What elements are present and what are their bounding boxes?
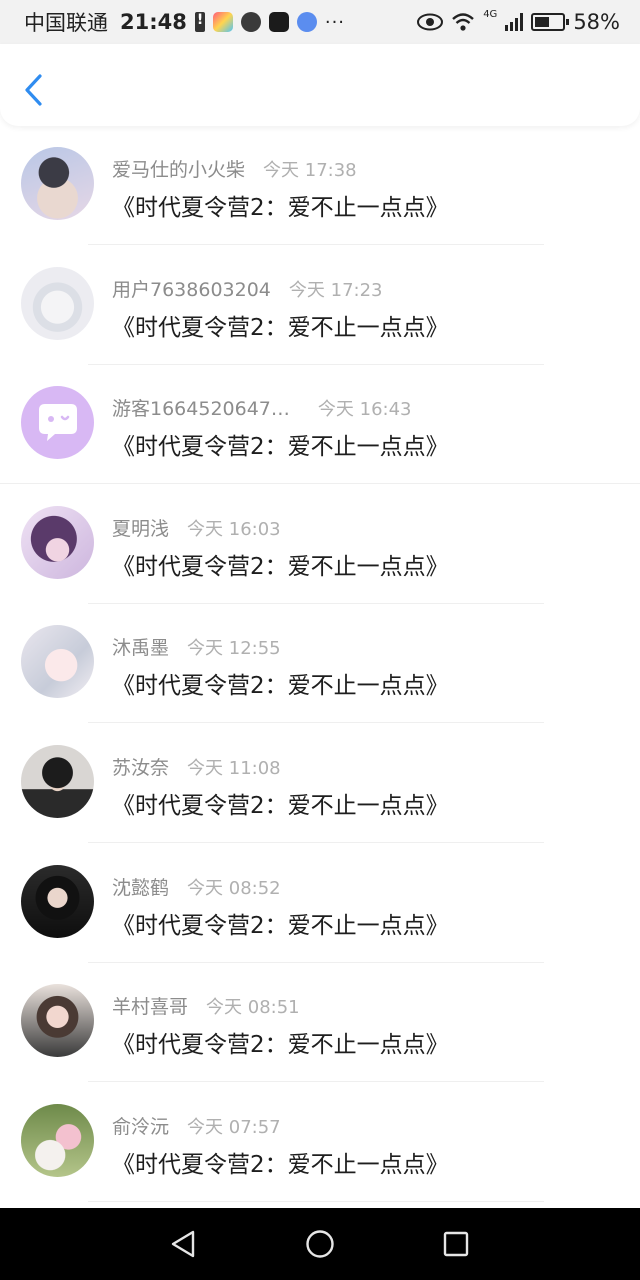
alert-icon (194, 12, 205, 32)
chat-bubble-icon (39, 404, 77, 442)
list-item[interactable]: 用户7638603204 今天 17:23 《时代夏令营2：爱不止一点点》 (0, 246, 640, 366)
user-name: 夏明浅 (112, 517, 170, 540)
message-time: 今天 08:52 (187, 877, 281, 899)
battery-percent: 58% (573, 10, 620, 34)
battery-icon (531, 13, 570, 31)
user-name: 沈懿鹤 (112, 876, 170, 899)
list-item[interactable]: 俞泠沅 今天 07:57 《时代夏令营2：爱不止一点点》 (0, 1083, 640, 1203)
wifi-icon (452, 13, 474, 31)
nav-home-button[interactable] (304, 1228, 336, 1260)
message-text: 《时代夏令营2：爱不止一点点》 (112, 912, 449, 939)
message-text: 《时代夏令营2：爱不止一点点》 (112, 553, 449, 580)
list-item[interactable]: 沈懿鹤 今天 08:52 《时代夏令营2：爱不止一点点》 (0, 844, 640, 964)
nav-recents-button[interactable] (440, 1228, 472, 1260)
system-navigation-bar (0, 1208, 640, 1280)
message-text: 《时代夏令营2：爱不止一点点》 (112, 792, 449, 819)
message-time: 今天 16:43 (317, 399, 412, 421)
message-text: 《时代夏令营2：爱不止一点点》 (112, 195, 449, 221)
message-time: 今天 08:51 (206, 997, 300, 1019)
list-item[interactable]: 羊村喜哥 今天 08:51 《时代夏令营2：爱不止一点点》 (0, 963, 640, 1083)
message-time: 今天 12:55 (187, 638, 281, 660)
avatar[interactable] (21, 625, 94, 699)
message-time: 今天 17:38 (263, 160, 357, 181)
user-name: 羊村喜哥 (112, 996, 189, 1019)
clock: 21:48 (120, 10, 187, 34)
message-list: 爱马仕的小火柴 今天 17:38 《时代夏令营2：爱不止一点点》 用户76386… (0, 126, 640, 1202)
avatar[interactable] (21, 266, 94, 340)
message-text: 《时代夏令营2：爱不止一点点》 (112, 434, 449, 461)
message-time: 今天 11:08 (187, 757, 281, 779)
top-bar (0, 44, 640, 126)
app-notification-icon (212, 12, 233, 32)
circle-home-icon (306, 1230, 334, 1258)
user-name: 沐禹墨 (112, 637, 170, 660)
message-text: 《时代夏令营2：爱不止一点点》 (112, 1151, 449, 1178)
avatar[interactable] (21, 864, 94, 938)
avatar[interactable] (21, 744, 94, 818)
square-recents-icon (443, 1231, 469, 1257)
divider (88, 1200, 544, 1202)
message-time: 今天 17:23 (288, 279, 383, 301)
back-button[interactable] (18, 70, 50, 110)
wechat-icon (240, 12, 261, 32)
message-time: 今天 16:03 (187, 518, 281, 540)
user-name: 爱马仕的小火柴 (112, 159, 246, 181)
user-name: 俞泠沅 (112, 1115, 170, 1138)
music-icon (296, 12, 317, 32)
list-item[interactable]: 苏汝奈 今天 11:08 《时代夏令营2：爱不止一点点》 (0, 724, 640, 844)
message-text: 《时代夏令营2：爱不止一点点》 (112, 673, 449, 700)
avatar[interactable] (21, 505, 94, 579)
user-name: 苏汝奈 (112, 756, 170, 779)
message-text: 《时代夏令营2：爱不止一点点》 (112, 314, 449, 341)
avatar[interactable] (21, 984, 94, 1058)
eye-icon (417, 13, 444, 31)
avatar[interactable] (21, 147, 94, 220)
guest-avatar[interactable] (21, 386, 94, 460)
app-notification-icon (268, 12, 289, 32)
chevron-left-icon (25, 74, 42, 106)
list-item[interactable]: 夏明浅 今天 16:03 《时代夏令营2：爱不止一点点》 (0, 485, 640, 605)
signal-icon (505, 13, 524, 31)
nav-back-button[interactable] (167, 1228, 199, 1260)
user-name: 游客1664520647… (112, 398, 290, 421)
user-name: 用户7638603204 (112, 278, 271, 301)
list-item[interactable]: 爱马仕的小火柴 今天 17:38 《时代夏令营2：爱不止一点点》 (0, 126, 640, 246)
status-bar: 中国联通 21:48 ··· 4G 58% (0, 0, 640, 44)
message-time: 今天 07:57 (187, 1116, 281, 1138)
list-item[interactable]: 游客1664520647… 今天 16:43 《时代夏令营2：爱不止一点点》 (0, 365, 640, 485)
message-text: 《时代夏令营2：爱不止一点点》 (112, 1032, 449, 1059)
triangle-back-icon (171, 1230, 195, 1258)
more-notifications: ··· (324, 11, 346, 33)
carrier-label: 中国联通 (24, 11, 108, 35)
avatar[interactable] (21, 1103, 94, 1177)
network-type: 4G (483, 8, 498, 20)
list-item[interactable]: 沐禹墨 今天 12:55 《时代夏令营2：爱不止一点点》 (0, 604, 640, 724)
